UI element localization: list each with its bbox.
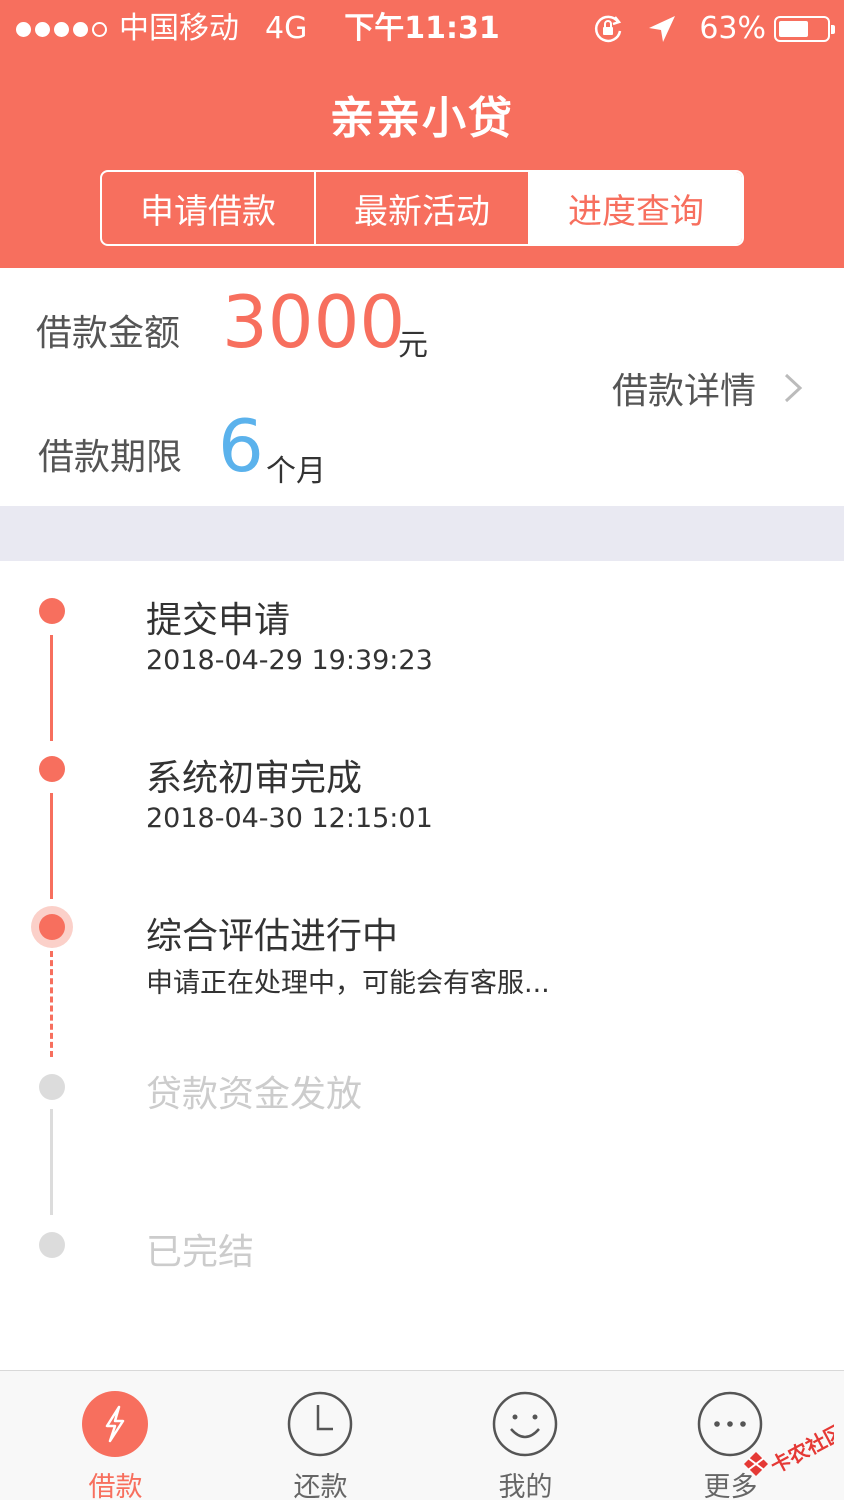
timeline-connector — [50, 1109, 53, 1215]
tab-label: 借款 — [88, 1472, 143, 1500]
smiley-icon — [492, 1391, 558, 1457]
step-title: 贷款资金发放 — [146, 1074, 363, 1115]
clock-icon — [287, 1391, 353, 1457]
tab-label: 我的 — [498, 1472, 553, 1500]
tab-latest-events[interactable]: 最新活动 — [316, 172, 530, 244]
status-right: 63% — [591, 0, 835, 58]
step-dot — [39, 1232, 65, 1258]
location-arrow-icon — [649, 16, 676, 42]
chevron-right-icon — [784, 373, 803, 403]
step-title: 系统初审完成 — [146, 758, 363, 799]
app-title: 亲亲小贷 — [330, 93, 514, 144]
timeline-connector — [50, 793, 53, 899]
header-tabs: 申请借款 最新活动 进度查询 — [100, 170, 744, 246]
step-title: 已完结 — [146, 1232, 255, 1273]
tab-label: 还款 — [293, 1472, 348, 1500]
lightning-icon — [82, 1391, 148, 1457]
header: 中国移动 4G 下午11:31 63% 亲亲小贷 申请借款 最新活动 进度查询 — [0, 0, 844, 268]
step-subtitle: 2018-04-30 12:15:01 — [146, 803, 433, 834]
amount-label: 借款金额 — [36, 313, 181, 354]
status-bar: 中国移动 4G 下午11:31 63% — [0, 0, 844, 58]
battery-percent: 63% — [699, 11, 766, 46]
tab-apply-loan[interactable]: 申请借款 — [102, 172, 316, 244]
step-subtitle: 申请正在处理中，可能会有客服... — [146, 968, 550, 999]
tab-mine[interactable]: 我的 — [420, 1371, 631, 1500]
tab-repay[interactable]: 还款 — [215, 1371, 426, 1500]
loan-progress-screen: 中国移动 4G 下午11:31 63% 亲亲小贷 申请借款 最新活动 进度查询 … — [0, 0, 844, 1500]
watermark-text: 卡农社区 — [766, 1419, 834, 1478]
section-divider — [0, 506, 844, 561]
step-title: 综合评估进行中 — [146, 916, 399, 957]
step-subtitle: 2018-04-29 19:39:23 — [146, 645, 433, 676]
tab-progress-query[interactable]: 进度查询 — [530, 172, 742, 244]
loan-summary: 借款金额 3000 元 借款期限 6 个月 借款详情 — [0, 268, 844, 506]
battery-icon — [774, 16, 835, 42]
bottom-tab-bar: 借款 还款 我的 更多 — [0, 1370, 844, 1500]
step-dot — [39, 1074, 65, 1100]
step-title: 提交申请 — [146, 600, 291, 641]
progress-timeline: 提交申请 2018-04-29 19:39:23 系统初审完成 2018-04-… — [0, 561, 844, 1371]
loan-detail-link[interactable]: 借款详情 — [612, 362, 804, 414]
rotation-lock-icon — [595, 15, 622, 43]
amount-value: 3000 — [222, 280, 406, 364]
watermark-logo: 卡农社区 — [744, 1419, 834, 1478]
tab-loan[interactable]: 借款 — [10, 1371, 221, 1500]
step-dot — [39, 598, 65, 624]
loan-detail-label: 借款详情 — [611, 371, 756, 412]
step-dot-current — [39, 914, 65, 940]
timeline-connector — [50, 951, 53, 1057]
term-label: 借款期限 — [38, 437, 183, 478]
amount-unit: 元 — [398, 328, 428, 363]
term-value: 6 — [218, 404, 264, 488]
timeline-connector — [50, 635, 53, 741]
term-unit: 个月 — [266, 454, 326, 489]
step-dot — [39, 756, 65, 782]
